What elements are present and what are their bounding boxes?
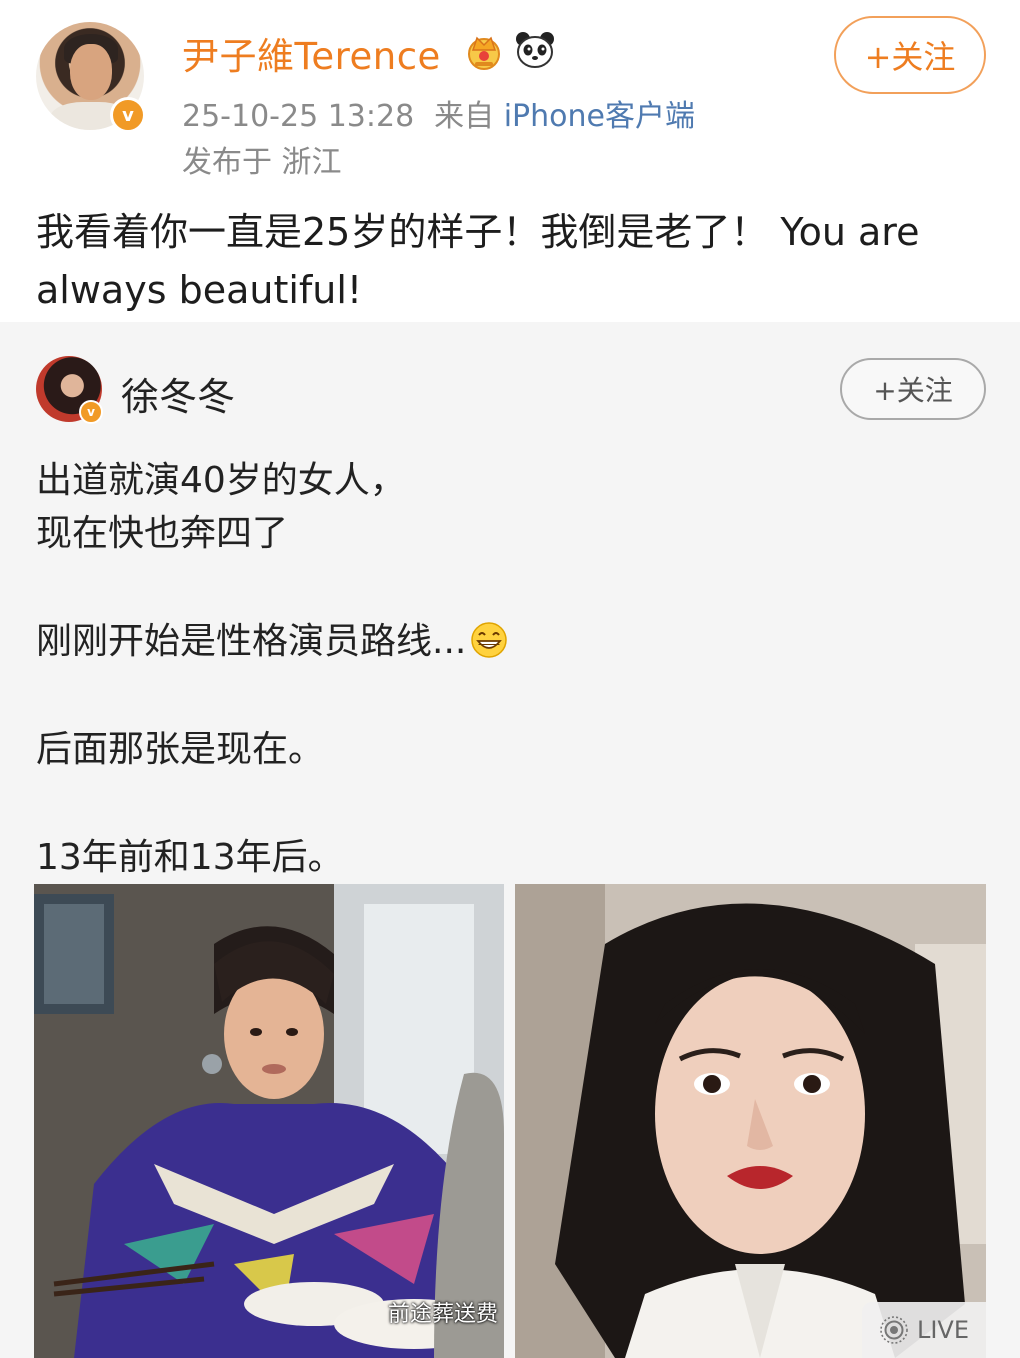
main-post: v 尹子維Terence 25-10-25 13:28 来自 iPhone客户端 … — [0, 0, 1020, 322]
post-timestamp: 25-10-25 13:28 — [182, 99, 415, 134]
reposted-post[interactable]: v 徐冬冬 +关注 出道就演40岁的女人， 现在快也奔四了 刚刚开始是性格演员路… — [0, 322, 1020, 1358]
repost-text-line: 后面那张是现在。 — [36, 729, 325, 770]
photo-caption: 前途葬送费 — [387, 1302, 498, 1327]
repost-text-line: 出道就演40岁的女人， — [36, 460, 406, 501]
repost-text-line: 13年前和13年后。 — [36, 837, 344, 878]
repost-text-line-with-emoji: 刚刚开始是性格演员路线... — [36, 612, 976, 664]
grinning-face-icon — [471, 622, 508, 658]
photo-then[interactable]: 前途葬送费 — [34, 884, 504, 1358]
photo-then-illustration — [34, 884, 504, 1358]
verified-v-icon: v — [110, 97, 146, 133]
crown-vip-icon — [468, 36, 500, 70]
post-location: 发布于 浙江 — [182, 145, 342, 180]
post-text: 我看着你一直是25岁的样子！我倒是老了！ You are always beau… — [36, 210, 920, 312]
verified-v-icon: v — [79, 400, 103, 424]
live-badge[interactable]: LIVE — [862, 1302, 986, 1358]
repost-text-line: 刚刚开始是性格演员路线... — [36, 621, 467, 662]
post-meta: 25-10-25 13:28 来自 iPhone客户端 — [182, 91, 695, 135]
repost-follow-button[interactable]: +关注 — [840, 358, 986, 420]
source-prefix: 来自 — [434, 99, 495, 134]
repost-username[interactable]: 徐冬冬 — [121, 366, 235, 421]
post-username[interactable]: 尹子維Terence — [182, 26, 441, 80]
follow-button[interactable]: +关注 — [834, 16, 986, 94]
avatar-face — [70, 44, 112, 100]
repost-text-line: 现在快也奔四了 — [36, 513, 289, 554]
post-source-link[interactable]: iPhone客户端 — [504, 99, 695, 134]
panda-icon — [516, 32, 554, 68]
live-photo-icon — [880, 1316, 908, 1344]
photo-now-illustration — [515, 884, 986, 1358]
photo-now[interactable]: LIVE — [515, 884, 986, 1358]
live-label: LIVE — [916, 1316, 970, 1344]
